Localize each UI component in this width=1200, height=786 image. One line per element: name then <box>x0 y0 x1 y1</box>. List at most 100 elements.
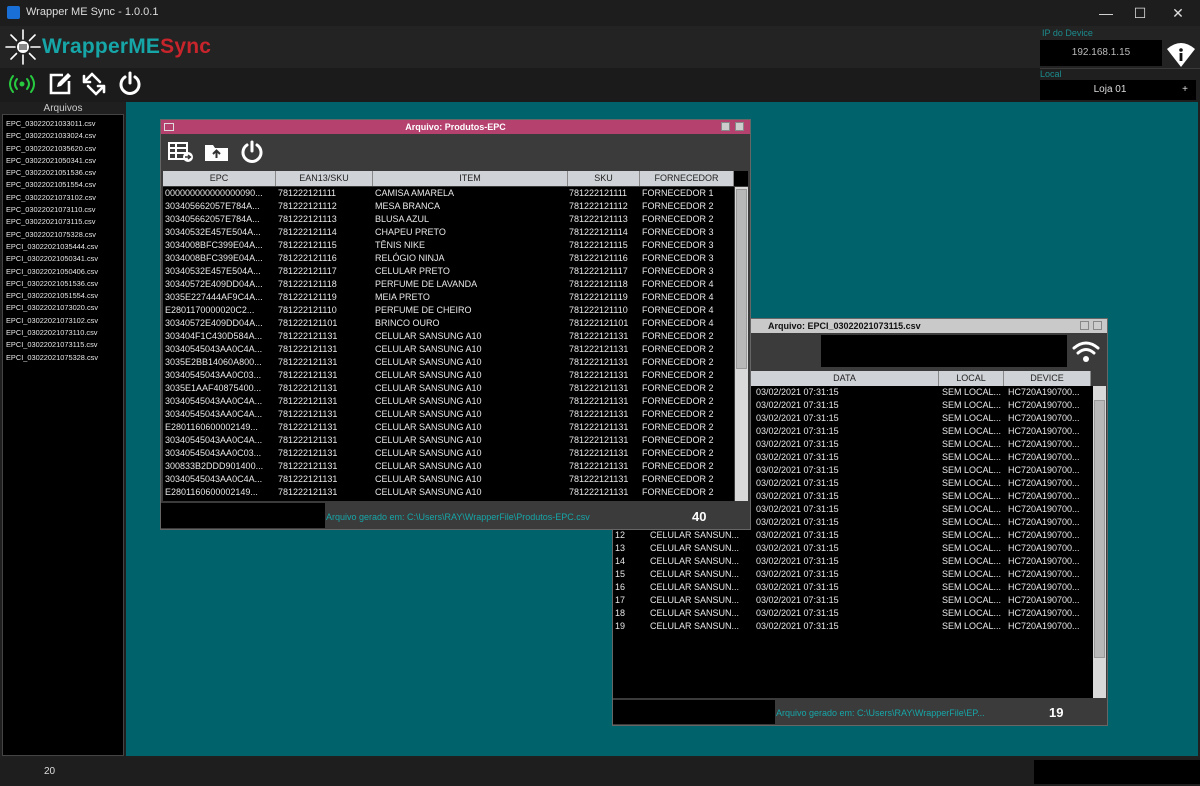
file-item[interactable]: EPCI_03022021073115.csv <box>3 339 123 351</box>
column-header-local[interactable]: LOCAL <box>939 371 1004 386</box>
cell-item: CELULAR SANSUNG A10 <box>375 461 482 471</box>
table-row[interactable]: 12 CELULAR SANSUN... 03/02/2021 07:31:15 SE… <box>613 529 1093 542</box>
wifi-info-icon[interactable] <box>1166 40 1196 68</box>
file-item[interactable]: EPC_03022021050341.csv <box>3 155 123 167</box>
column-header-data[interactable]: DATA <box>751 371 939 386</box>
table-row[interactable]: 000000000000000090... 781222121111 CAMISA … <box>163 187 734 200</box>
table-row[interactable]: 3035E2BB14060A800... 781222121131 CELULAR … <box>163 356 734 369</box>
cell-epc: E2801160600002149... <box>165 487 258 497</box>
file-item[interactable]: EPCI_03022021050341.csv <box>3 253 123 265</box>
table-row[interactable]: 30340545043AA0C4A... 781222121131 CELULAR … <box>163 343 734 356</box>
epci-minimize-button[interactable] <box>1080 321 1089 330</box>
table-row[interactable]: 303405662057E784A... 781222121113 BLUSA AZ… <box>163 213 734 226</box>
upload-folder-icon[interactable] <box>203 140 231 164</box>
table-row[interactable]: E2801170000020C2... 781222121110 PERFUME D… <box>163 304 734 317</box>
column-header-sku[interactable]: SKU <box>568 171 640 186</box>
table-row[interactable]: 19 CELULAR SANSUN... 03/02/2021 07:31:15 SE… <box>613 620 1093 633</box>
table-row[interactable]: 30340545043AA0C03... 781222121131 CELULAR … <box>163 447 734 460</box>
file-item[interactable]: EPCI_03022021073110.csv <box>3 327 123 339</box>
table-row[interactable]: 16 CELULAR SANSUN... 03/02/2021 07:31:15 SE… <box>613 581 1093 594</box>
file-item[interactable]: EPC_03022021033024.csv <box>3 130 123 142</box>
ip-field[interactable]: 192.168.1.15 <box>1040 40 1162 66</box>
table-row[interactable]: 3035E1AAF40875400... 781222121131 CELULAR … <box>163 382 734 395</box>
cell-index: 16 <box>615 582 626 592</box>
power-icon[interactable] <box>116 70 144 98</box>
file-item[interactable]: EPC_03022021075328.csv <box>3 229 123 241</box>
cell-epc: 30340532E457E504A... <box>165 227 261 237</box>
products-scroll-thumb[interactable] <box>736 189 747 369</box>
table-row[interactable]: 17 CELULAR SANSUN... 03/02/2021 07:31:15 SE… <box>613 594 1093 607</box>
table-row[interactable]: 30340532E457E504A... 781222121114 CHAPEU P… <box>163 226 734 239</box>
cell-fornecedor: FORNECEDOR 2 <box>642 487 714 497</box>
table-row[interactable]: 303404F1C430D584A... 781222121131 CELULAR … <box>163 330 734 343</box>
local-expand-button[interactable]: + <box>1182 80 1188 100</box>
table-row[interactable]: 15 CELULAR SANSUN... 03/02/2021 07:31:15 SE… <box>613 568 1093 581</box>
maximize-button[interactable]: ☐ <box>1122 0 1158 26</box>
table-row[interactable]: 3035E227444AF9C4A... 781222121119 MEIA PRE… <box>163 291 734 304</box>
export-table-icon[interactable] <box>167 140 195 164</box>
file-item[interactable]: EPC_03022021051554.csv <box>3 179 123 191</box>
column-header-epc[interactable]: EPC <box>163 171 276 186</box>
cell-data: 03/02/2021 07:31:15 <box>756 426 839 436</box>
cell-epc: 303405662057E784A... <box>165 214 260 224</box>
table-row[interactable]: 30340545043AA0C03... 781222121131 CELULAR … <box>163 369 734 382</box>
power-icon[interactable] <box>239 139 265 165</box>
cell-fornecedor: FORNECEDOR 4 <box>642 279 714 289</box>
table-row[interactable]: 30340545043AA0C4A... 781222121131 CELULAR … <box>163 395 734 408</box>
file-item[interactable]: EPCI_03022021051536.csv <box>3 278 123 290</box>
wifi-icon[interactable] <box>1071 339 1101 363</box>
table-row[interactable]: 30340572E409DD04A... 781222121118 PERFUME … <box>163 278 734 291</box>
rfid-signal-icon[interactable] <box>8 70 36 98</box>
column-header-item[interactable]: ITEM <box>373 171 568 186</box>
column-header-fornecedor[interactable]: FORNECEDOR <box>640 171 734 186</box>
table-row[interactable]: 3034008BFC399E04A... 781222121115 TÊNIS NI… <box>163 239 734 252</box>
epci-scroll-thumb[interactable] <box>1094 400 1105 658</box>
file-item[interactable]: EPCI_03022021035444.csv <box>3 241 123 253</box>
table-row[interactable]: 30340545043AA0C4A... 781222121131 CELULAR … <box>163 434 734 447</box>
file-item[interactable]: EPCI_03022021073020.csv <box>3 302 123 314</box>
table-row[interactable]: E2801160600002149... 781222121131 CELULAR … <box>163 486 734 499</box>
table-row[interactable]: E2801160600002149... 781222121131 CELULAR … <box>163 421 734 434</box>
products-maximize-button[interactable] <box>735 122 744 131</box>
table-row[interactable]: 300833B2DDD901400... 781222121131 CELULAR … <box>163 460 734 473</box>
table-row[interactable]: 30340532E457E504A... 781222121117 CELULAR … <box>163 265 734 278</box>
table-row[interactable]: 3034008BFC399E04A... 781222121116 RELÓGIO … <box>163 252 734 265</box>
file-item[interactable]: EPCI_03022021075328.csv <box>3 352 123 364</box>
table-row[interactable]: 30340545043AA0C4A... 781222121131 CELULAR … <box>163 408 734 421</box>
column-header-ean13[interactable]: EAN13/SKU <box>276 171 373 186</box>
products-file-path: Arquivo gerado em: C:\Users\RAY\WrapperF… <box>326 512 590 522</box>
local-select[interactable]: Loja 01 + <box>1040 80 1196 100</box>
products-minimize-button[interactable] <box>721 122 730 131</box>
file-item[interactable]: EPCI_03022021050406.csv <box>3 266 123 278</box>
file-item[interactable]: EPC_03022021033011.csv <box>3 118 123 130</box>
products-window-title-bar[interactable]: Arquivo: Produtos-EPC <box>161 120 750 134</box>
file-item[interactable]: EPCI_03022021073102.csv <box>3 315 123 327</box>
table-row[interactable]: 18 CELULAR SANSUN... 03/02/2021 07:31:15 SE… <box>613 607 1093 620</box>
cell-epc: 3035E1AAF40875400... <box>165 383 262 393</box>
cell-fornecedor: FORNECEDOR 4 <box>642 305 714 315</box>
edit-icon[interactable] <box>46 70 74 98</box>
file-item[interactable]: EPC_03022021073102.csv <box>3 192 123 204</box>
minimize-button[interactable]: — <box>1088 0 1124 26</box>
file-item[interactable]: EPCI_03022021051554.csv <box>3 290 123 302</box>
epci-maximize-button[interactable] <box>1093 321 1102 330</box>
table-row[interactable]: 30340545043AA0C4A... 781222121131 CELULAR … <box>163 473 734 486</box>
table-row[interactable]: 303405662057E784A... 781222121112 MESA BRA… <box>163 200 734 213</box>
table-row[interactable]: 13 CELULAR SANSUN... 03/02/2021 07:31:15 SE… <box>613 542 1093 555</box>
sync-arrows-icon[interactable] <box>80 70 108 98</box>
cell-device: HC720A190700... <box>1008 478 1080 488</box>
column-header-device[interactable]: DEVICE <box>1004 371 1091 386</box>
file-item[interactable]: EPC_03022021035620.csv <box>3 143 123 155</box>
cell-data: 03/02/2021 07:31:15 <box>756 400 839 410</box>
file-item[interactable]: EPC_03022021073110.csv <box>3 204 123 216</box>
cell-item: CELULAR SANSUNG A10 <box>375 396 482 406</box>
close-button[interactable]: ✕ <box>1160 0 1196 26</box>
cell-epc: 30340545043AA0C4A... <box>165 396 263 406</box>
file-item[interactable]: EPC_03022021073115.csv <box>3 216 123 228</box>
epci-vertical-scrollbar[interactable] <box>1093 386 1106 698</box>
file-item[interactable]: EPC_03022021051536.csv <box>3 167 123 179</box>
table-row[interactable]: 14 CELULAR SANSUN... 03/02/2021 07:31:15 SE… <box>613 555 1093 568</box>
products-vertical-scrollbar[interactable] <box>735 187 748 501</box>
table-row[interactable]: 30340572E409DD04A... 781222121101 BRINCO O… <box>163 317 734 330</box>
cell-item: BLUSA AZUL <box>375 214 430 224</box>
